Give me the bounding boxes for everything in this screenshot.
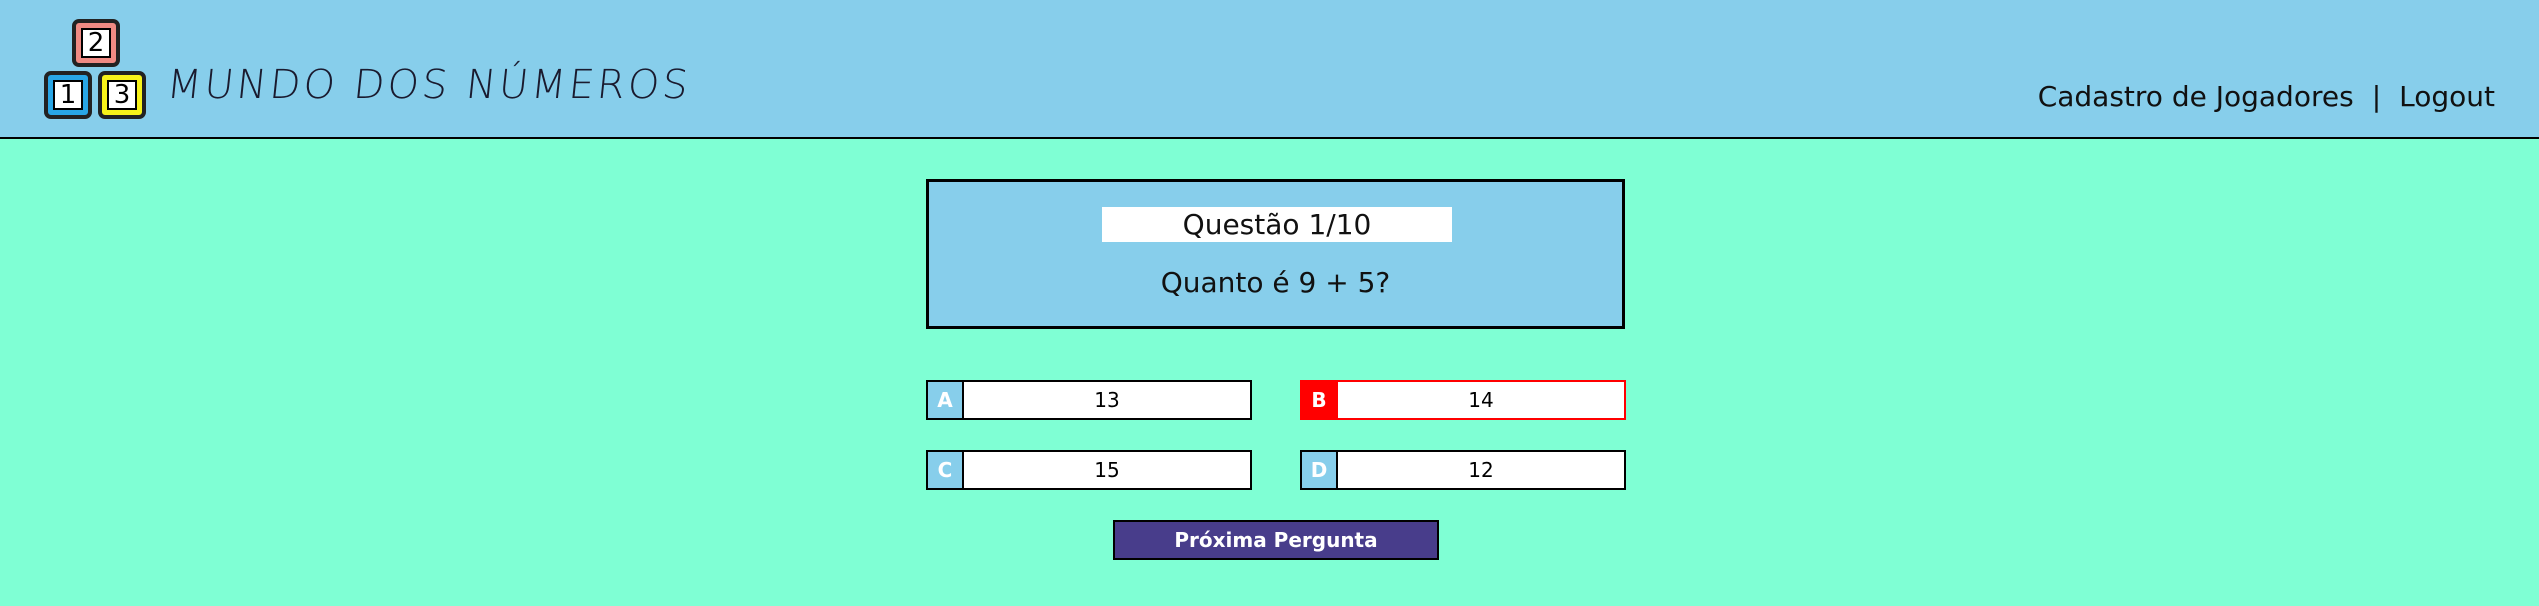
brand-title: MUNDO DOS NÚMEROS (164, 62, 694, 108)
question-card: Questão 1/10 Quanto é 9 + 5? (926, 179, 1625, 329)
logo-block-1: 1 (44, 71, 92, 119)
option-letter-c: C (928, 452, 964, 488)
next-question-button[interactable]: Próxima Pergunta (1113, 520, 1439, 560)
header: 2 1 3 MUNDO DOS NÚMEROS Cadastro de Joga… (0, 0, 2539, 139)
answer-option-d[interactable]: D 12 (1300, 450, 1626, 490)
option-letter-b: B (1302, 382, 1338, 418)
option-value-b: 14 (1468, 388, 1494, 412)
answer-option-b[interactable]: B 14 (1300, 380, 1626, 420)
logo-block-2-label: 2 (81, 28, 111, 58)
option-value-a: 13 (1094, 388, 1120, 412)
logo-block-1-label: 1 (53, 80, 83, 110)
nav-logout-link[interactable]: Logout (2399, 80, 2495, 113)
question-counter: Questão 1/10 (1102, 207, 1452, 242)
logo-block-3-label: 3 (107, 80, 137, 110)
nav-separator: | (2371, 80, 2382, 113)
logo-block-3: 3 (98, 71, 146, 119)
option-letter-d: D (1302, 452, 1338, 488)
logo[interactable]: 2 1 3 (44, 19, 148, 120)
option-value-c: 15 (1094, 458, 1120, 482)
logo-block-2: 2 (72, 19, 120, 67)
answer-option-a[interactable]: A 13 (926, 380, 1252, 420)
top-nav: Cadastro de Jogadores | Logout (2038, 80, 2495, 113)
answer-option-c[interactable]: C 15 (926, 450, 1252, 490)
option-value-d: 12 (1468, 458, 1494, 482)
nav-cadastro-link[interactable]: Cadastro de Jogadores (2038, 80, 2354, 113)
question-text: Quanto é 9 + 5? (1160, 266, 1391, 299)
option-letter-a: A (928, 382, 964, 418)
